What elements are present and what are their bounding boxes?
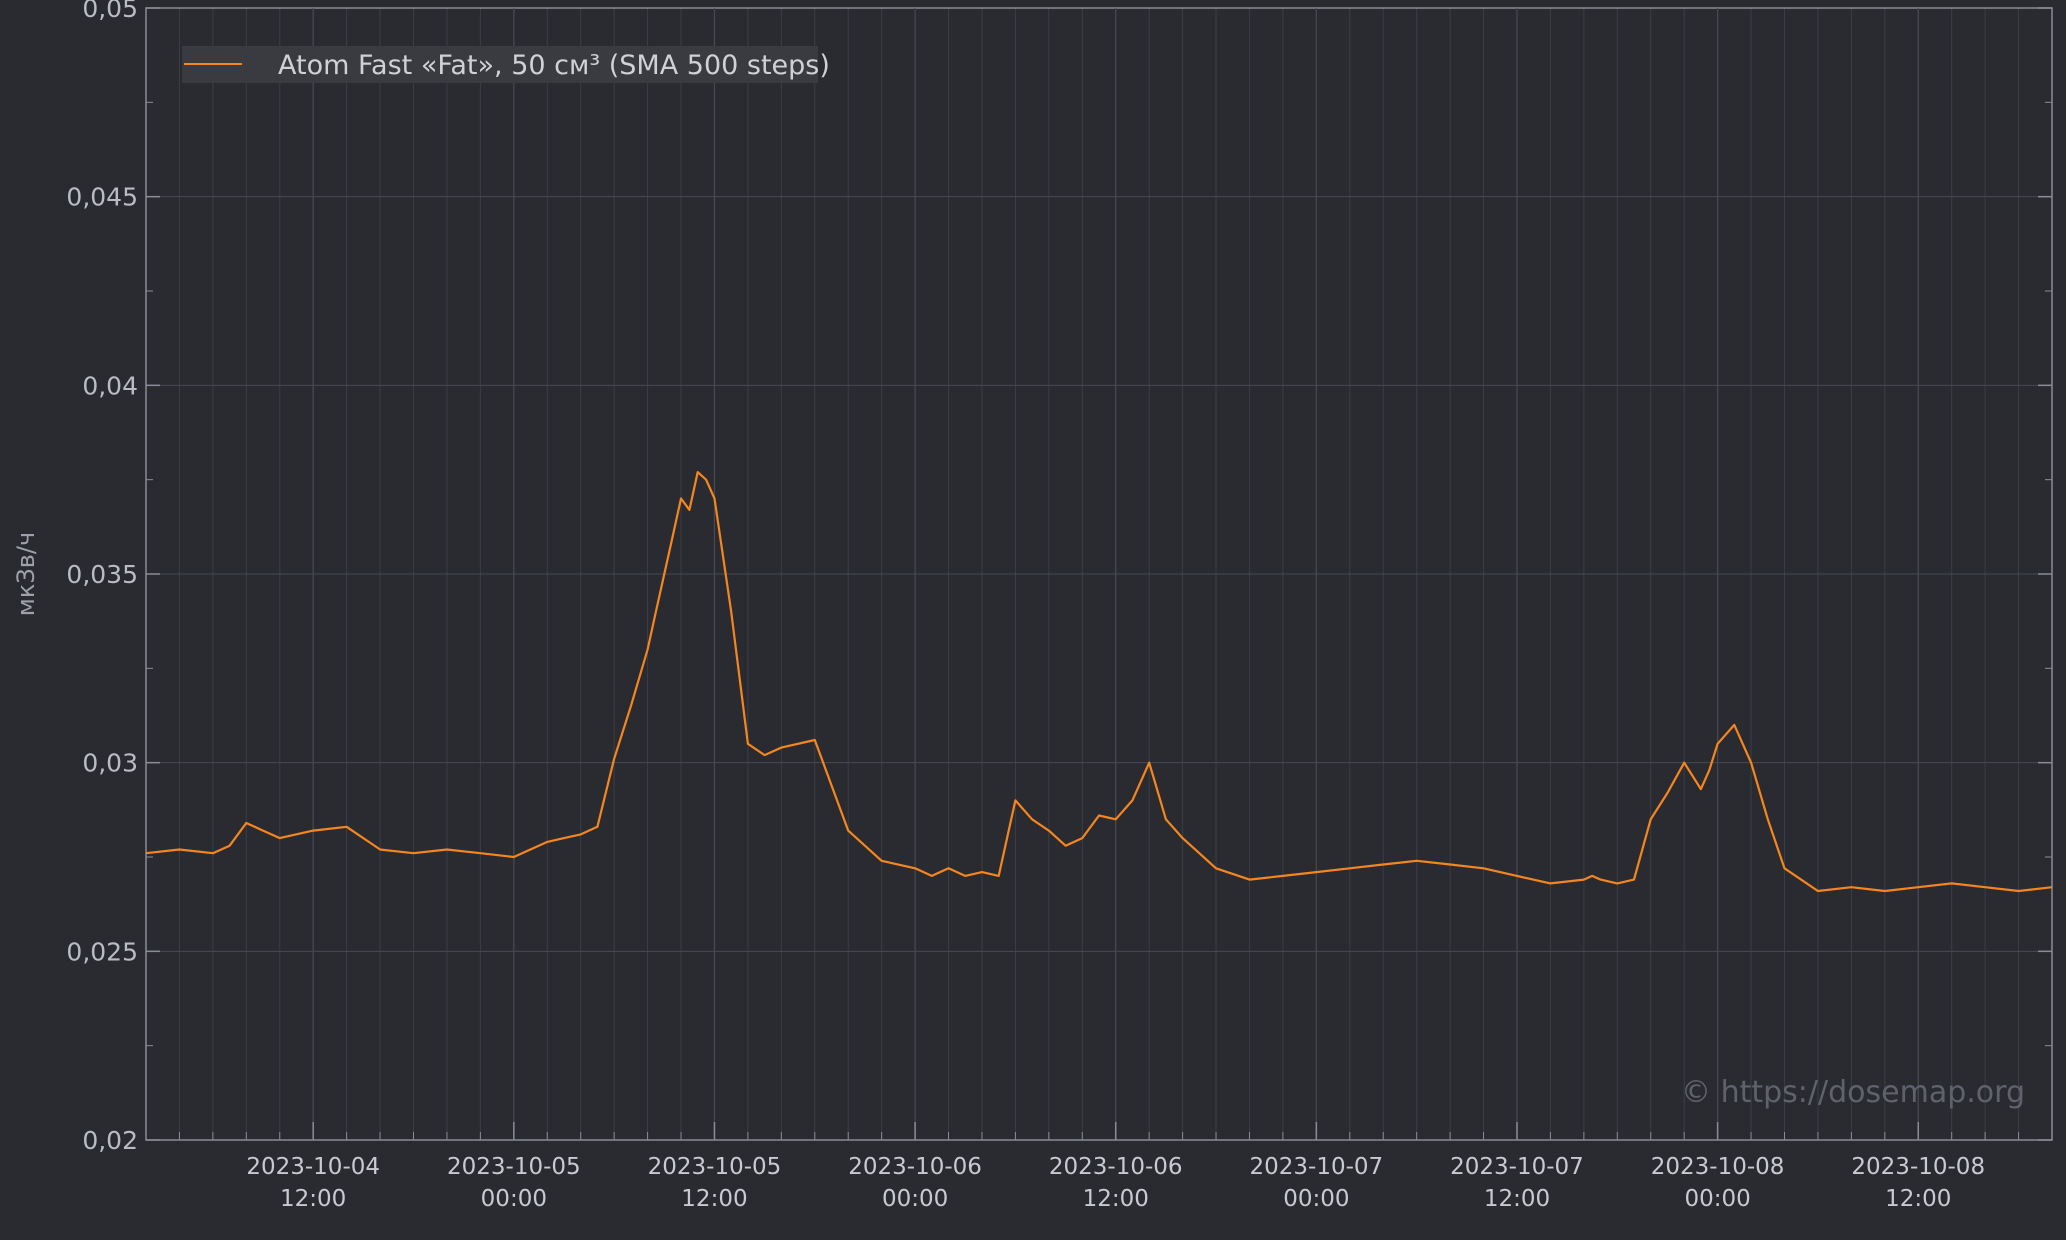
x-tick-date-label: 2023-10-05: [648, 1154, 782, 1180]
x-tick-date-label: 2023-10-06: [848, 1154, 982, 1180]
x-tick-time-label: 00:00: [1283, 1186, 1349, 1212]
y-tick-label: 0,05: [82, 0, 138, 23]
x-tick-time-label: 00:00: [882, 1186, 948, 1212]
y-tick-label: 0,025: [66, 937, 138, 966]
y-tick-label: 0,035: [66, 560, 138, 589]
y-tick-label: 0,04: [82, 371, 138, 400]
x-tick-time-label: 12:00: [280, 1186, 346, 1212]
x-tick-date-label: 2023-10-05: [447, 1154, 581, 1180]
chart-background: [0, 0, 2066, 1240]
x-tick-date-label: 2023-10-07: [1250, 1154, 1384, 1180]
x-tick-time-label: 12:00: [1083, 1186, 1149, 1212]
x-tick-time-label: 12:00: [681, 1186, 747, 1212]
x-tick-date-label: 2023-10-07: [1450, 1154, 1584, 1180]
y-tick-label: 0,045: [66, 183, 138, 212]
x-tick-date-label: 2023-10-08: [1651, 1154, 1785, 1180]
x-tick-time-label: 12:00: [1885, 1186, 1951, 1212]
y-axis-label: мкЗв/ч: [12, 532, 40, 616]
chart-canvas: 0,02 0,025 0,03 0,035 0,04 0,045 0,05 2023-10-…: [0, 0, 2066, 1240]
x-tick-date-label: 2023-10-06: [1049, 1154, 1183, 1180]
legend: Atom Fast «Fat», 50 см³ (SMA 500 steps): [182, 46, 830, 83]
legend-label: Atom Fast «Fat», 50 см³ (SMA 500 steps): [278, 50, 830, 81]
x-tick-time-label: 12:00: [1484, 1186, 1550, 1212]
x-tick-date-label: 2023-10-04: [246, 1154, 380, 1180]
y-tick-label: 0,03: [82, 749, 138, 778]
y-tick-label: 0,02: [82, 1126, 138, 1155]
x-tick-time-label: 00:00: [481, 1186, 547, 1212]
x-tick-time-label: 00:00: [1684, 1186, 1750, 1212]
watermark: © https://dosemap.org: [1681, 1075, 2025, 1110]
x-tick-date-label: 2023-10-08: [1851, 1154, 1985, 1180]
